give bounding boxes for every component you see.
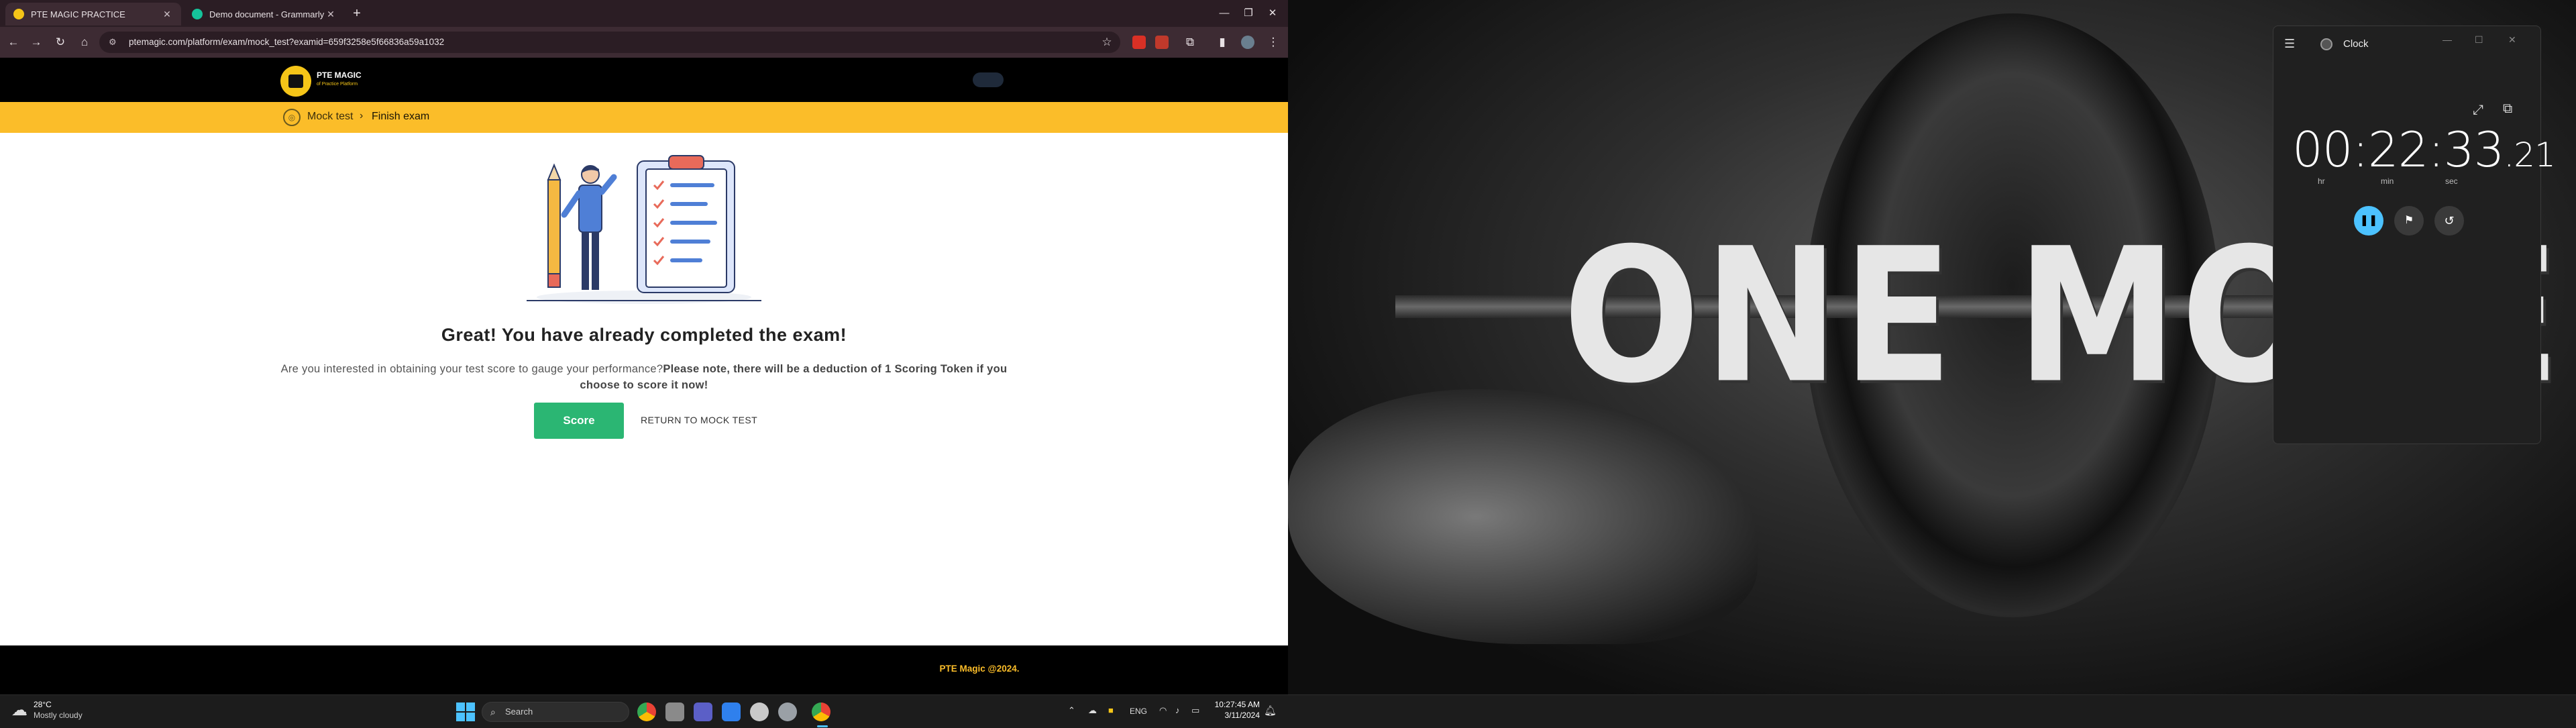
clock-minimize-icon[interactable]: — (2443, 34, 2452, 45)
stopwatch-centiseconds: .21 (2504, 136, 2556, 174)
reload-icon[interactable]: ↻ (52, 34, 68, 50)
search-placeholder: Search (505, 707, 533, 717)
score-button[interactable]: Score (534, 403, 624, 439)
clock-maximize-icon[interactable]: ☐ (2475, 34, 2483, 46)
grammarly-favicon-icon (192, 9, 203, 19)
active-app-indicator (817, 725, 828, 727)
language-indicator[interactable]: ENG (1130, 707, 1147, 716)
adblock-extension-icon[interactable] (1155, 36, 1169, 49)
tab-grammarly[interactable]: Demo document - Grammarly ✕ (184, 3, 345, 25)
clock-close-icon[interactable]: ✕ (2508, 34, 2516, 46)
logo-title: PTE MAGIC (317, 70, 362, 80)
stopwatch-seconds: 33 (2443, 121, 2505, 178)
vscode-app-icon[interactable] (722, 703, 741, 721)
clock-app-window: ☰ Clock — ☐ ✕ ⤢ ⧉ 00:22:33.21 hr min sec… (2273, 25, 2556, 444)
onedrive-cloud-icon[interactable]: ☁ (1088, 705, 1097, 716)
close-tab-icon[interactable]: ✕ (325, 9, 337, 20)
header-user-pill[interactable] (973, 72, 1004, 87)
score-message-text: Are you interested in obtaining your tes… (280, 363, 663, 375)
new-tab-plus-icon[interactable]: + (349, 5, 365, 21)
mock-test-icon: ◎ (283, 109, 301, 126)
close-tab-icon[interactable]: ✕ (161, 9, 173, 20)
profile-avatar-icon[interactable] (1241, 36, 1254, 49)
site-footer: PTE Magic @2024. (0, 645, 1288, 694)
score-message: Are you interested in obtaining your tes… (272, 361, 1016, 393)
browser-menu-icon[interactable]: ⋮ (1265, 34, 1281, 50)
site-header: PTE MAGIC of Practice Platform (0, 58, 1288, 102)
hamburger-menu-icon[interactable]: ☰ (2284, 37, 2295, 51)
weather-description[interactable]: Mostly cloudy (34, 711, 83, 720)
return-to-mock-test-link[interactable]: RETURN TO MOCK TEST (641, 415, 757, 425)
tray-chevron-up-icon[interactable]: ⌃ (1068, 705, 1075, 716)
logo-subtitle: of Practice Platform (317, 82, 358, 87)
tab-pte-magic[interactable]: PTE MAGIC PRACTICE ✕ (5, 3, 181, 25)
site-info-icon[interactable]: ⚙ (109, 32, 117, 53)
tab-strip: PTE MAGIC PRACTICE ✕ Demo document - Gra… (0, 0, 1288, 27)
home-icon[interactable]: ⌂ (76, 34, 93, 50)
pause-button-icon[interactable]: ❚❚ (2354, 206, 2383, 236)
tray-app-icon[interactable]: ■ (1108, 705, 1114, 715)
browser-window: PTE MAGIC PRACTICE ✕ Demo document - Gra… (0, 0, 1288, 694)
unit-sec-label: sec (2445, 176, 2458, 186)
stopwatch-minutes: 22 (2367, 121, 2429, 178)
chrome-active-app-icon[interactable] (812, 703, 830, 721)
weather-cloud-icon[interactable]: ☁ (9, 700, 30, 721)
chrome-app-icon[interactable] (637, 703, 656, 721)
forward-arrow-icon[interactable]: → (28, 34, 44, 50)
url-text: ptemagic.com/platform/exam/mock_test?exa… (129, 37, 445, 47)
expand-icon[interactable]: ⤢ (2473, 103, 2483, 118)
page-title: Great! You have already completed the ex… (441, 325, 847, 345)
taskbar: ☁ 28°C Mostly cloudy ⌕ Search ⌃ ☁ ■ ENG … (0, 694, 2576, 728)
breadcrumb-finish-exam: Finish exam (372, 111, 430, 122)
unit-hr-label: hr (2318, 176, 2325, 186)
windows-start-icon[interactable] (456, 703, 475, 721)
wifi-icon[interactable]: ◠ (1159, 705, 1167, 716)
maximize-icon[interactable]: ❐ (1238, 5, 1258, 21)
pte-magic-favicon-icon (13, 9, 24, 19)
tab-label: Demo document - Grammarly (209, 9, 325, 19)
breadcrumb: ◎ Mock test › Finish exam (0, 102, 1288, 133)
unit-min-label: min (2381, 176, 2394, 186)
footer-copyright: PTE Magic @2024. (939, 664, 1020, 674)
address-bar[interactable]: ⚙ ptemagic.com/platform/exam/mock_test?e… (99, 32, 1120, 53)
exam-complete-illustration (527, 155, 761, 304)
search-icon: ⌕ (490, 707, 496, 717)
weather-temperature[interactable]: 28°C (34, 700, 52, 709)
extensions-puzzle-icon[interactable]: ⧉ (1182, 34, 1198, 50)
battery-icon[interactable]: ▭ (1191, 705, 1199, 716)
reset-button-icon[interactable]: ↺ (2434, 206, 2464, 236)
taskbar-time[interactable]: 10:27:45 AM (1213, 700, 1260, 709)
clock-window-title: Clock (2343, 38, 2369, 50)
minimize-icon[interactable]: — (1214, 5, 1234, 21)
breadcrumb-chevron-icon: › (360, 110, 364, 121)
keep-on-top-icon[interactable]: ⧉ (2503, 101, 2512, 117)
volume-icon[interactable]: ♪ (1175, 705, 1180, 715)
github-app-icon[interactable] (750, 703, 769, 721)
breadcrumb-mock-test[interactable]: Mock test (307, 111, 353, 123)
pte-magic-logo-icon[interactable] (280, 66, 311, 97)
settings-gear-icon[interactable] (778, 703, 797, 721)
wallpaper-arm-shape (1288, 389, 1758, 644)
browser-toolbar: ← → ↻ ⌂ ⚙ ptemagic.com/platform/exam/moc… (0, 27, 1288, 58)
back-arrow-icon[interactable]: ← (5, 34, 21, 50)
tab-label: PTE MAGIC PRACTICE (31, 9, 125, 19)
taskbar-search-box[interactable]: ⌕ Search (482, 702, 629, 722)
teams-app-icon[interactable] (694, 703, 712, 721)
extension-red-icon[interactable] (1132, 36, 1146, 49)
taskbar-date[interactable]: 3/11/2024 (1213, 711, 1260, 720)
lap-flag-button-icon[interactable]: ⚑ (2394, 206, 2424, 236)
bookmark-star-icon[interactable]: ☆ (1099, 34, 1115, 50)
clock-app-icon (2320, 38, 2332, 50)
notification-bell-icon[interactable]: 🔔︎ (1264, 705, 1277, 717)
file-explorer-icon[interactable] (665, 703, 684, 721)
stopwatch-readout: 00:22:33.21 (2292, 121, 2556, 178)
close-window-icon[interactable]: ✕ (1263, 5, 1283, 21)
side-panel-icon[interactable]: ▮ (1214, 34, 1230, 50)
stopwatch-hours: 00 (2292, 121, 2353, 178)
